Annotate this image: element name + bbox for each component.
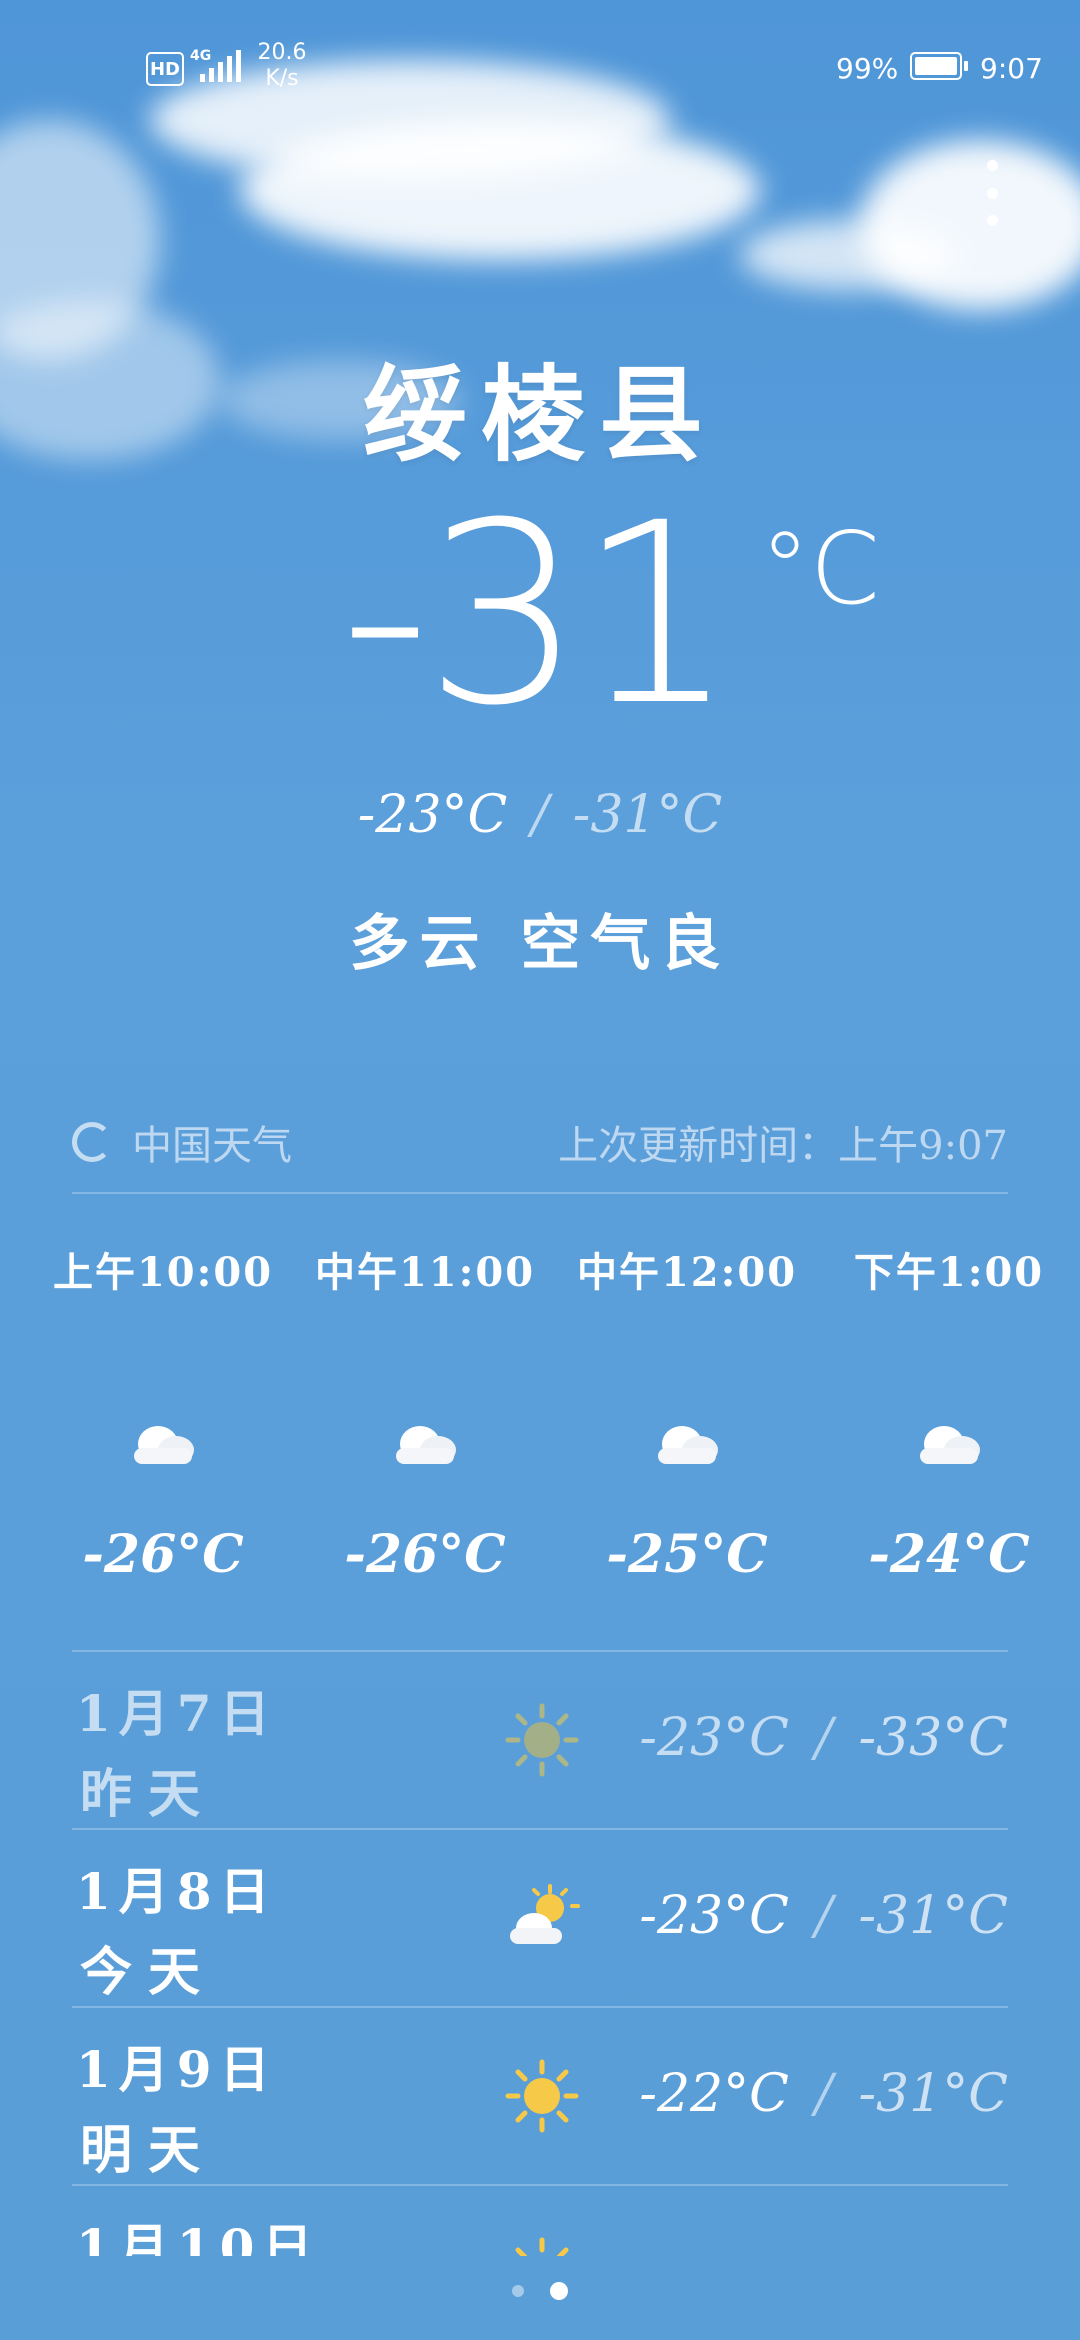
update-time: 上次更新时间：上午9:07	[558, 1123, 1008, 1169]
hour-temp: -26°C	[344, 1524, 506, 1585]
provider-name: 中国天气	[132, 1123, 292, 1169]
signal-icon	[200, 50, 244, 82]
day-date: 1月9日	[76, 2040, 278, 2099]
condition-line: 多云 空气良	[0, 895, 1080, 982]
daily-row[interactable]: 1月8日 今天 -23°C / -31°C	[72, 1828, 1008, 2006]
daily-row[interactable]: 1月7日 昨天 -23°C / -33°C	[72, 1650, 1008, 1828]
current-temperature: -31	[340, 469, 736, 760]
sun-icon	[502, 2234, 582, 2256]
network-speed: 20.6 K/s	[257, 40, 307, 91]
today-low: -31°C	[572, 785, 723, 845]
day-high: -23°C	[639, 1886, 789, 1946]
day-label: 明天	[80, 2120, 217, 2181]
hour-temp: -24°C	[868, 1524, 1030, 1585]
air-quality[interactable]: 空气良	[520, 909, 730, 979]
hour-temp: -26°C	[82, 1524, 244, 1585]
divider	[72, 1192, 1008, 1194]
daily-row[interactable]: 1月10日	[72, 2184, 1008, 2256]
hour-temp: -25°C	[606, 1524, 768, 1585]
status-bar: HD 4G 20.6 K/s 99% 9:07	[0, 0, 1080, 130]
battery-icon	[910, 52, 968, 80]
day-high: -23°C	[639, 1708, 789, 1768]
page-dot-active[interactable]	[550, 2282, 568, 2300]
day-label: 昨天	[80, 1764, 217, 1825]
day-date: 1月7日	[76, 1684, 278, 1743]
day-date: 1月10日	[76, 2218, 321, 2256]
cloud-icon	[128, 1418, 198, 1478]
day-low: -31°C	[858, 1886, 1008, 1946]
daily-row[interactable]: 1月9日 明天 -22°C / -31°C	[72, 2006, 1008, 2184]
hd-icon: HD	[146, 52, 184, 86]
weather-condition: 多云	[349, 909, 490, 979]
page-indicator[interactable]	[0, 2282, 1080, 2300]
temperature-unit: °C	[760, 510, 880, 627]
today-range: -23°C / -31°C	[0, 785, 1080, 845]
hourly-forecast: 上午10:00 -26°C 中午11:00 -26°C 中午12:00 -25°…	[32, 1240, 1080, 1620]
day-label: 今天	[80, 1942, 217, 2003]
sun-icon	[502, 2056, 582, 2136]
page-dot[interactable]	[512, 2285, 524, 2297]
daily-forecast: 1月7日 昨天 -23°C / -33°C 1月8日 今天 -23°C / -31°C …	[72, 1650, 1008, 2256]
day-low: -31°C	[858, 2064, 1008, 2124]
day-high: -22°C	[639, 2064, 789, 2124]
today-high: -23°C	[357, 785, 508, 845]
cloud-icon	[390, 1418, 460, 1478]
sun-icon	[502, 1700, 582, 1780]
more-options-icon[interactable]	[972, 160, 1012, 226]
hourly-item: 下午1:00 -24°C	[818, 1240, 1080, 1620]
source-row: 中国天气 上次更新时间：上午9:07	[72, 1110, 1008, 1174]
day-date: 1月8日	[76, 1862, 278, 1921]
hour-time: 上午10:00	[52, 1249, 274, 1296]
hourly-item: 中午12:00 -25°C	[556, 1240, 818, 1620]
city-name: 绥棱县	[362, 353, 717, 476]
status-clock: 9:07	[980, 52, 1043, 85]
cloud-icon	[914, 1418, 984, 1478]
range-separator: /	[531, 785, 549, 845]
hourly-item: 中午11:00 -26°C	[294, 1240, 556, 1620]
hourly-item: 上午10:00 -26°C	[32, 1240, 294, 1620]
hour-time: 中午12:00	[576, 1249, 798, 1296]
cloud-icon	[652, 1418, 722, 1478]
hour-time: 下午1:00	[853, 1249, 1045, 1296]
battery-percent: 99%	[836, 52, 899, 85]
hour-time: 中午11:00	[314, 1249, 536, 1296]
day-low: -33°C	[858, 1708, 1008, 1768]
partly-cloudy-icon	[502, 1878, 582, 1958]
china-weather-logo-icon	[72, 1122, 112, 1162]
